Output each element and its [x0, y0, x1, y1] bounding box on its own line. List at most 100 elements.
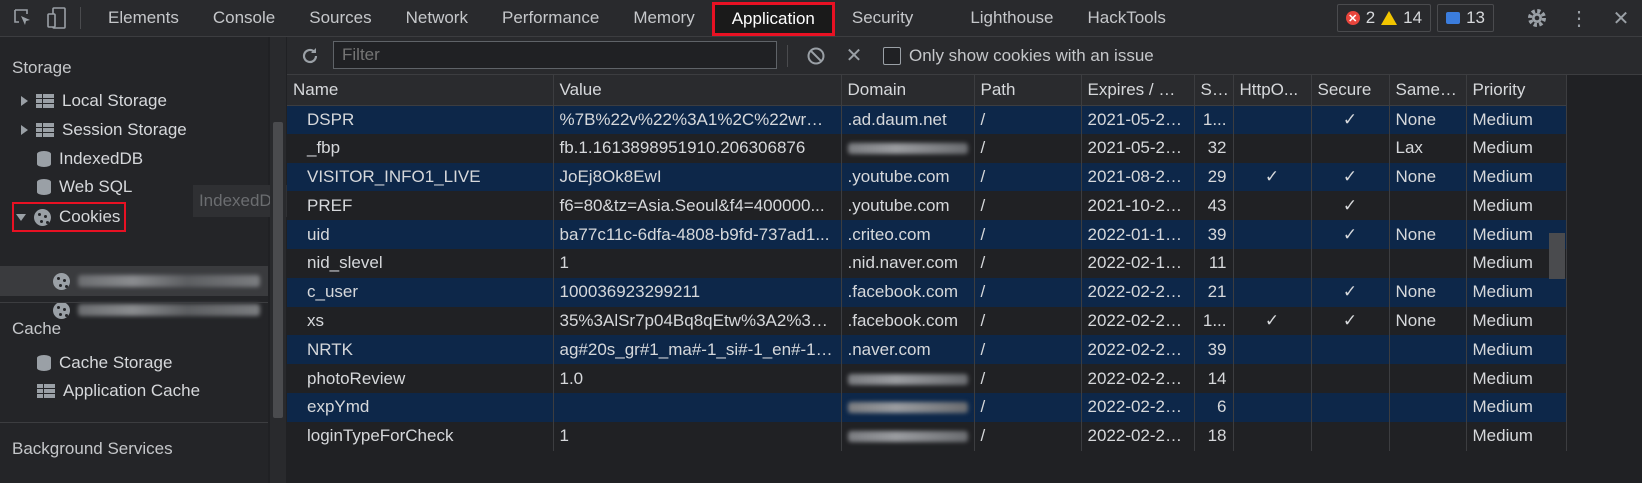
filter-input[interactable] [333, 41, 777, 69]
table-row[interactable]: VISITOR_INFO1_LIVE JoEj8Ok8EwI .youtube.co… [287, 162, 1567, 192]
column-header-domain[interactable]: Domain [841, 75, 975, 106]
sidebar-item-indexeddb[interactable]: IndexedDB [37, 145, 143, 173]
delete-selected-icon[interactable]: ✕ [841, 37, 867, 74]
sidebar-scrollbar[interactable] [270, 37, 286, 483]
cell-httponly [1233, 335, 1312, 365]
tab-hacktools[interactable]: HackTools [1071, 0, 1183, 36]
sort-ascending-icon: ▲ [1187, 84, 1193, 98]
sidebar-item-label: Cache Storage [59, 353, 173, 372]
cell-name: loginTypeForCheck [287, 421, 554, 451]
table-scrollbar-thumb[interactable] [1549, 233, 1565, 279]
cell-value: ba77c11c-6dfa-4808-b9fd-737ad1... [553, 220, 842, 249]
cell-size: 6 [1194, 392, 1234, 422]
cell-priority: Medium [1466, 335, 1567, 365]
cell-size: 1... [1194, 306, 1234, 336]
sidebar-item-cookie-origin[interactable] [53, 296, 260, 324]
table-row[interactable]: DSPR %7B%22v%22%3A1%2C%22wr%2... .ad.daum.… [287, 105, 1567, 134]
column-header-secure[interactable]: Secure [1311, 75, 1390, 106]
cookies-toolbar: ✕ Only show cookies with an issue [287, 37, 1642, 75]
table-row[interactable]: uid ba77c11c-6dfa-4808-b9fd-737ad1... .cri… [287, 220, 1567, 249]
column-header-samesite[interactable]: SameS... [1389, 75, 1467, 106]
table-row[interactable]: PREF f6=80&tz=Asia.Seoul&f4=400000... .you… [287, 191, 1567, 221]
cell-secure [1311, 364, 1390, 393]
cell-secure [1311, 133, 1390, 163]
table-row[interactable]: c_user 100036923299211 .facebook.com/2022-… [287, 277, 1567, 307]
settings-gear-icon[interactable] [1516, 0, 1558, 36]
tab-memory[interactable]: Memory [616, 0, 711, 36]
redacted-domain [847, 143, 968, 155]
table-row[interactable]: loginTypeForCheck 1 /2022-02-21... 18 Medium [287, 421, 1567, 451]
database-icon [37, 355, 51, 371]
scrollbar-thumb[interactable] [273, 122, 283, 418]
cache-heading: Cache [12, 319, 62, 338]
column-header-priority[interactable]: Priority [1466, 75, 1567, 106]
column-header-value[interactable]: Value [553, 75, 842, 106]
close-icon[interactable]: ✕ [1600, 0, 1642, 36]
sidebar-item-web-sql[interactable]: Web SQL [37, 173, 132, 201]
cell-path: / [974, 392, 1082, 422]
tab-elements[interactable]: Elements [91, 0, 196, 36]
table-row[interactable]: _fbp fb.1.1613898951910.206306876 /2021-05… [287, 133, 1567, 163]
database-icon [37, 179, 51, 195]
tab-security[interactable]: Security [835, 0, 953, 36]
sidebar-item-cache-storage[interactable]: Cache Storage [37, 349, 172, 377]
cell-priority: Medium [1466, 306, 1567, 336]
table-icon [36, 94, 54, 108]
cell-value: 100036923299211 [553, 277, 842, 307]
collapse-arrow-icon[interactable] [16, 213, 26, 221]
cell-size: 29 [1194, 162, 1234, 192]
cell-expires: 2022-02-21... [1081, 421, 1195, 451]
column-header-path[interactable]: Path [974, 75, 1082, 106]
cell-httponly [1233, 364, 1312, 393]
errors-warnings-badge[interactable]: ✕ 2 14 [1336, 4, 1432, 32]
cell-samesite: None [1389, 277, 1467, 307]
only-issues-checkbox[interactable] [883, 47, 901, 65]
cell-samesite: None [1389, 105, 1467, 134]
tab-application[interactable]: Application [711, 1, 835, 36]
cell-samesite [1389, 248, 1467, 278]
expand-arrow-icon[interactable] [21, 96, 28, 106]
redacted-domain [847, 373, 968, 385]
device-toolbar-icon[interactable] [40, 0, 74, 36]
column-header-name[interactable]: Name [287, 75, 554, 106]
tab-console[interactable]: Console [196, 0, 292, 36]
refresh-icon[interactable] [297, 37, 323, 74]
cell-expires: 2021-10-22... [1081, 191, 1195, 221]
table-row[interactable]: xs 35%3AlSr7p04Bq8qEtw%3A2%3A... .facebook… [287, 306, 1567, 336]
sidebar-item-cookies[interactable]: Cookies [12, 202, 127, 232]
tab-sources[interactable]: Sources [292, 0, 388, 36]
cell-priority: Medium [1466, 277, 1567, 307]
cell-secure: ✓ [1311, 277, 1390, 307]
sidebar-item-session-storage[interactable]: Session Storage [21, 116, 187, 144]
sidebar-item-cookie-origin[interactable] [53, 267, 260, 295]
sidebar-item-local-storage[interactable]: Local Storage [21, 87, 167, 115]
cell-size: 1... [1194, 105, 1234, 134]
column-header-httponly[interactable]: HttpO... [1233, 75, 1312, 106]
clear-all-icon[interactable] [803, 37, 829, 74]
table-row[interactable]: photoReview 1.0 /2022-02-21... 14 Medium [287, 364, 1567, 393]
table-row[interactable]: nid_slevel 1 .nid.naver.com/2022-02-18... 1… [287, 248, 1567, 278]
column-header-expires[interactable]: Expires / M...▲ [1081, 75, 1195, 106]
cell-httponly [1233, 133, 1312, 163]
tab-network[interactable]: Network [389, 0, 485, 36]
cell-value: 1 [553, 248, 842, 278]
cell-samesite [1389, 191, 1467, 221]
table-row[interactable]: expYmd /2022-02-21... 6 Medium [287, 392, 1567, 422]
sidebar-item-application-cache[interactable]: Application Cache [37, 377, 200, 405]
section-divider [0, 422, 268, 423]
cell-priority: Medium [1466, 133, 1567, 163]
cell-domain: .naver.com [841, 335, 975, 365]
more-options-icon[interactable]: ⋮ [1558, 0, 1600, 36]
cell-samesite: None [1389, 162, 1467, 192]
cookie-icon [34, 208, 51, 226]
redacted-origin [78, 275, 260, 287]
messages-badge[interactable]: 13 [1437, 4, 1494, 32]
table-row[interactable]: NRTK ag#20s_gr#1_ma#-1_si#-1_en#-1_... .na… [287, 335, 1567, 365]
column-header-size[interactable]: Si... [1194, 75, 1234, 106]
error-count: 2 [1365, 8, 1376, 27]
warning-count: 14 [1403, 8, 1423, 27]
tab-lighthouse[interactable]: Lighthouse [953, 0, 1070, 36]
expand-arrow-icon[interactable] [21, 125, 28, 135]
inspect-element-icon[interactable] [6, 0, 40, 36]
tab-performance[interactable]: Performance [485, 0, 616, 36]
